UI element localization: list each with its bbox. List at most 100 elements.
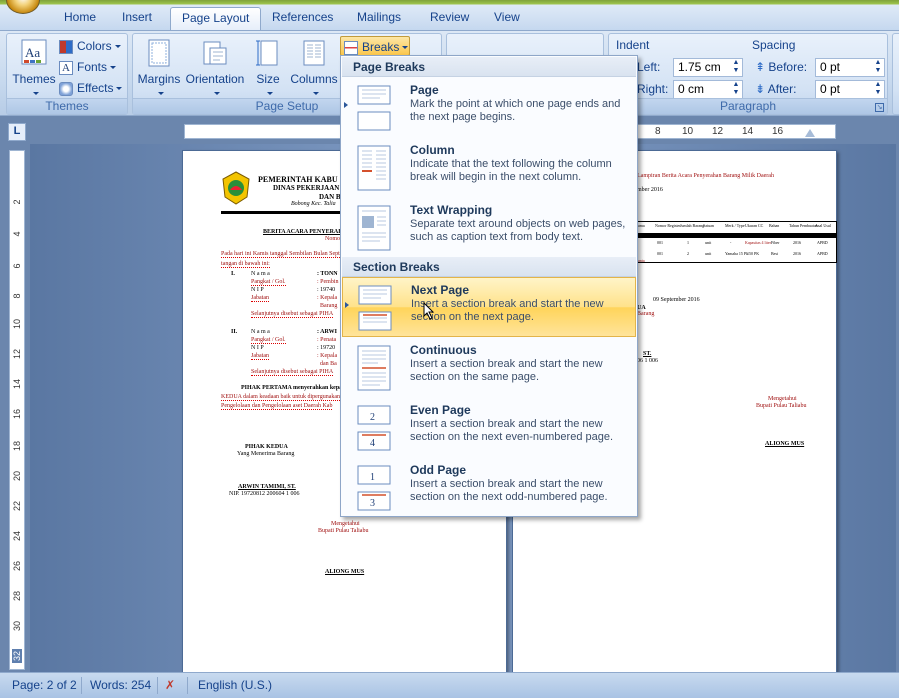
right-indent-marker[interactable] bbox=[805, 129, 815, 137]
receiver-name: ST. bbox=[643, 351, 652, 357]
language-indicator[interactable]: English (U.S.) bbox=[198, 678, 272, 692]
after-label-text: After: bbox=[767, 82, 797, 96]
doc-header-2: DINAS PEKERJAAN bbox=[273, 184, 340, 192]
word-count[interactable]: Words: 254 bbox=[90, 678, 151, 692]
spacing-before-input[interactable]: 0 pt ▲ ▼ bbox=[815, 58, 885, 77]
party2-after: Selanjutnya disebut sebagai PIHA bbox=[251, 369, 334, 376]
table-header: Merk / Type bbox=[725, 223, 745, 228]
page-count[interactable]: Page: 2 of 2 bbox=[12, 678, 77, 692]
dialog-launcher-icon[interactable]: ↘ bbox=[875, 103, 884, 112]
table-header: ama bbox=[638, 223, 645, 228]
spacing-after-value: 0 pt bbox=[820, 82, 841, 96]
fonts-button[interactable]: A Fonts bbox=[59, 57, 117, 77]
ruler-tick: 12 bbox=[12, 349, 22, 360]
menu-item-title: Column bbox=[410, 143, 455, 157]
before-label-text: Before: bbox=[768, 60, 808, 74]
table-cell: Yamaha 15 Pk bbox=[725, 251, 749, 256]
themes-button[interactable]: Aa Themes bbox=[11, 38, 57, 100]
menu-item-even-page[interactable]: 24 Even Page Insert a section break and … bbox=[342, 398, 636, 458]
indent-right-input[interactable]: 0 cm ▲ ▼ bbox=[673, 80, 743, 99]
table-cell: 2016 bbox=[793, 251, 801, 256]
menu-item-description: Insert a section break and start the new… bbox=[410, 358, 603, 383]
spinner-arrows-icon[interactable]: ▲ ▼ bbox=[872, 59, 884, 76]
even-icon-digit: 4 bbox=[370, 438, 375, 449]
ruler-tick: 18 bbox=[12, 441, 22, 452]
spacing-before-label: ⇞ Before: bbox=[755, 60, 807, 74]
table-cell: unit bbox=[705, 251, 712, 256]
tab-selector[interactable]: L bbox=[8, 123, 26, 141]
spacing-title: Spacing bbox=[752, 38, 796, 52]
party2-value: : Penata bbox=[317, 337, 337, 343]
menu-item-title: Even Page bbox=[410, 403, 471, 417]
vertical-ruler[interactable]: 2 4 6 8 10 12 14 16 18 20 22 24 26 28 30… bbox=[9, 150, 25, 670]
odd-icon-digit: 1 bbox=[370, 472, 375, 483]
indent-left-label: Left: bbox=[637, 60, 661, 74]
indent-right-value: 0 cm bbox=[678, 82, 705, 96]
menu-item-next-page[interactable]: Next Page Insert a section break and sta… bbox=[342, 277, 636, 337]
after-icon: ⇟ bbox=[755, 82, 766, 96]
effects-label: Effects bbox=[77, 81, 114, 95]
menu-item-description: Indicate that the text following the col… bbox=[410, 158, 612, 183]
party1-label: N I P bbox=[251, 287, 264, 293]
chevron-down-icon bbox=[110, 66, 117, 70]
menu-item-odd-page[interactable]: 13 Odd Page Insert a section break and s… bbox=[342, 458, 636, 518]
ruler-tick: 32 bbox=[12, 649, 22, 663]
columns-button[interactable]: Columns bbox=[287, 38, 341, 100]
acknowledged-label: Mengetahui bbox=[331, 521, 360, 527]
tab-mailings[interactable]: Mailings bbox=[346, 7, 412, 30]
margins-label: Margins bbox=[137, 72, 181, 86]
size-icon bbox=[256, 40, 278, 66]
regency-logo-icon bbox=[222, 171, 250, 205]
indent-left-input[interactable]: 1.75 cm ▲ ▼ bbox=[673, 58, 743, 77]
section-breaks-header: Section Breaks bbox=[342, 257, 636, 277]
spinner-arrows-icon[interactable]: ▲ ▼ bbox=[730, 59, 742, 76]
tab-view[interactable]: View bbox=[483, 7, 531, 30]
chevron-down-icon bbox=[114, 45, 121, 49]
doc-intro-2: tangan di bawah ini: bbox=[221, 261, 270, 268]
menu-item-column-break[interactable]: Column Indicate that the text following … bbox=[342, 138, 636, 198]
tab-page-layout[interactable]: Page Layout bbox=[170, 7, 262, 30]
menu-item-description: Insert a section break and start the new… bbox=[411, 298, 604, 323]
party1-number: I. bbox=[231, 271, 235, 277]
tab-insert[interactable]: Insert bbox=[111, 7, 163, 30]
margins-button[interactable]: Margins bbox=[135, 38, 183, 100]
orientation-button[interactable]: Orientation bbox=[183, 38, 247, 100]
office-button[interactable] bbox=[6, 0, 40, 14]
tab-home[interactable]: Home bbox=[53, 7, 107, 30]
indent-right-label: Right: bbox=[637, 82, 669, 96]
doc-paragraph: Pengelolaan dan Pengelolaan aset Daerah … bbox=[221, 403, 333, 410]
breaks-button[interactable]: Breaks bbox=[340, 36, 410, 56]
party2-value: dan Ba bbox=[320, 361, 337, 367]
page-breaks-header: Page Breaks bbox=[342, 57, 636, 77]
even-page-break-icon: 24 bbox=[357, 405, 391, 451]
bupati-name: ALIONG MUS bbox=[325, 569, 365, 575]
spacing-after-input[interactable]: 0 pt ▲ ▼ bbox=[815, 80, 885, 99]
spinner-arrows-icon[interactable]: ▲ ▼ bbox=[872, 81, 884, 98]
tab-references[interactable]: References bbox=[261, 7, 344, 30]
ribbon-tab-bar: Home Insert Page Layout References Maili… bbox=[0, 0, 899, 30]
spacing-before-value: 0 pt bbox=[820, 60, 841, 74]
doc-paragraph: PIHAK PERTAMA menyerahkan kepada bbox=[241, 385, 349, 391]
table-cell: anta bbox=[638, 258, 645, 263]
themes-label: Themes bbox=[12, 72, 56, 86]
doc-paragraph: KEDUA dalam keadaan baik untuk diperguna… bbox=[221, 394, 341, 401]
ruler-tick: 12 bbox=[712, 126, 724, 137]
ruler-tick: 6 bbox=[12, 263, 22, 269]
signature-name: ARWIN TAMIMI, ST. bbox=[238, 484, 296, 490]
size-button[interactable]: Size bbox=[251, 38, 285, 100]
spinner-arrows-icon[interactable]: ▲ ▼ bbox=[730, 81, 742, 98]
ruler-tick: 8 bbox=[655, 126, 661, 137]
party2-value: : Kepala bbox=[317, 353, 338, 359]
colors-button[interactable]: Colors bbox=[59, 36, 121, 56]
menu-item-page-break[interactable]: Page Mark the point at which one page en… bbox=[342, 78, 636, 138]
ruler-tick: 16 bbox=[772, 126, 784, 137]
margins-icon bbox=[148, 39, 170, 67]
tab-review[interactable]: Review bbox=[419, 7, 480, 30]
chevron-down-icon bbox=[266, 92, 273, 96]
menu-item-continuous[interactable]: Continuous Insert a section break and st… bbox=[342, 338, 636, 398]
effects-button[interactable]: Effects bbox=[59, 78, 123, 98]
proofing-error-icon[interactable]: ✗ bbox=[165, 678, 175, 692]
doc-title: BERITA ACARA PENYERAH bbox=[263, 229, 343, 235]
ruler-tick: 2 bbox=[12, 199, 22, 205]
menu-item-text-wrapping[interactable]: Text Wrapping Separate text around objec… bbox=[342, 198, 636, 258]
